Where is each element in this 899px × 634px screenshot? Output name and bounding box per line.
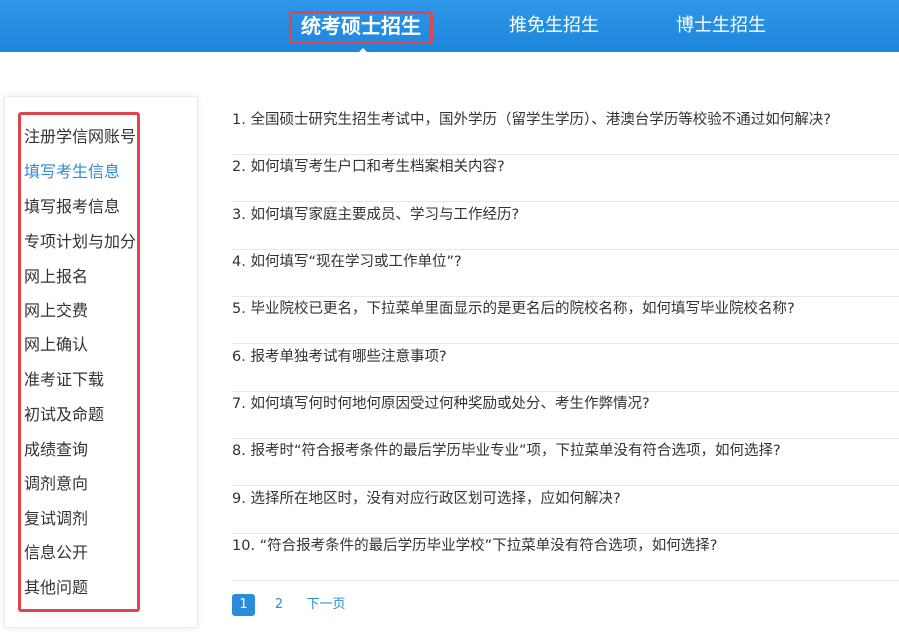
sidebar-item-online-registration[interactable]: 网上报名 — [24, 266, 88, 288]
question-link[interactable]: 10. “符合报考条件的最后学历毕业学校”下拉菜单没有符合选项，如何选择? — [232, 534, 899, 581]
page-2-button[interactable]: 2 — [270, 594, 288, 616]
question-link[interactable]: 4. 如何填写“现在学习或工作单位”? — [232, 250, 899, 297]
question-link[interactable]: 7. 如何填写何时何地何原因受过何种奖励或处分、考生作弊情况? — [232, 392, 899, 439]
next-page-button[interactable]: 下一页 — [304, 594, 348, 616]
question-link[interactable]: 9. 选择所在地区时，没有对应行政区划可选择，应如何解决? — [232, 487, 899, 534]
sidebar-item-application-info[interactable]: 填写报考信息 — [24, 196, 120, 218]
sidebar-item-online-confirmation[interactable]: 网上确认 — [24, 334, 88, 356]
sidebar-item-retest-adjustment[interactable]: 复试调剂 — [24, 508, 88, 530]
active-tab-pointer — [351, 48, 375, 60]
tab-doctoral[interactable]: 博士生招生 — [676, 0, 766, 52]
sidebar-item-register-account[interactable]: 注册学信网账号 — [24, 126, 136, 148]
top-nav-bar: 统考硕士招生 推免生招生 博士生招生 — [0, 0, 899, 52]
page-1-button[interactable]: 1 — [232, 594, 255, 616]
tab-recommended-exempt[interactable]: 推免生招生 — [509, 0, 599, 52]
sidebar-item-adjustment-intent[interactable]: 调剂意向 — [24, 473, 88, 495]
sidebar-item-special-plan[interactable]: 专项计划与加分 — [24, 231, 136, 253]
question-link[interactable]: 2. 如何填写考生户口和考生档案相关内容? — [232, 155, 899, 202]
sidebar-item-online-payment[interactable]: 网上交费 — [24, 300, 88, 322]
sidebar-item-exam-proposition[interactable]: 初试及命题 — [24, 404, 104, 426]
sidebar-item-score-query[interactable]: 成绩查询 — [24, 439, 88, 461]
active-tab-highlight-box — [289, 11, 433, 44]
question-link[interactable]: 8. 报考时“符合报考条件的最后学历毕业专业”项，下拉菜单没有符合选项，如何选择… — [232, 439, 899, 486]
sidebar-highlight-box — [18, 112, 140, 612]
question-link[interactable]: 3. 如何填写家庭主要成员、学习与工作经历? — [232, 203, 899, 250]
sidebar-item-info-disclosure[interactable]: 信息公开 — [24, 542, 88, 564]
question-link[interactable]: 5. 毕业院校已更名，下拉菜单里面显示的是更名后的院校名称，如何填写毕业院校名称… — [232, 297, 899, 344]
sidebar-item-other-questions[interactable]: 其他问题 — [24, 577, 88, 599]
question-link[interactable]: 1. 全国硕士研究生招生考试中，国外学历（留学生学历）、港澳台学历等校验不通过如… — [232, 108, 899, 155]
sidebar-item-admission-ticket[interactable]: 准考证下载 — [24, 369, 104, 391]
question-link[interactable]: 6. 报考单独考试有哪些注意事项? — [232, 345, 899, 392]
sidebar-item-candidate-info[interactable]: 填写考生信息 — [24, 161, 120, 183]
